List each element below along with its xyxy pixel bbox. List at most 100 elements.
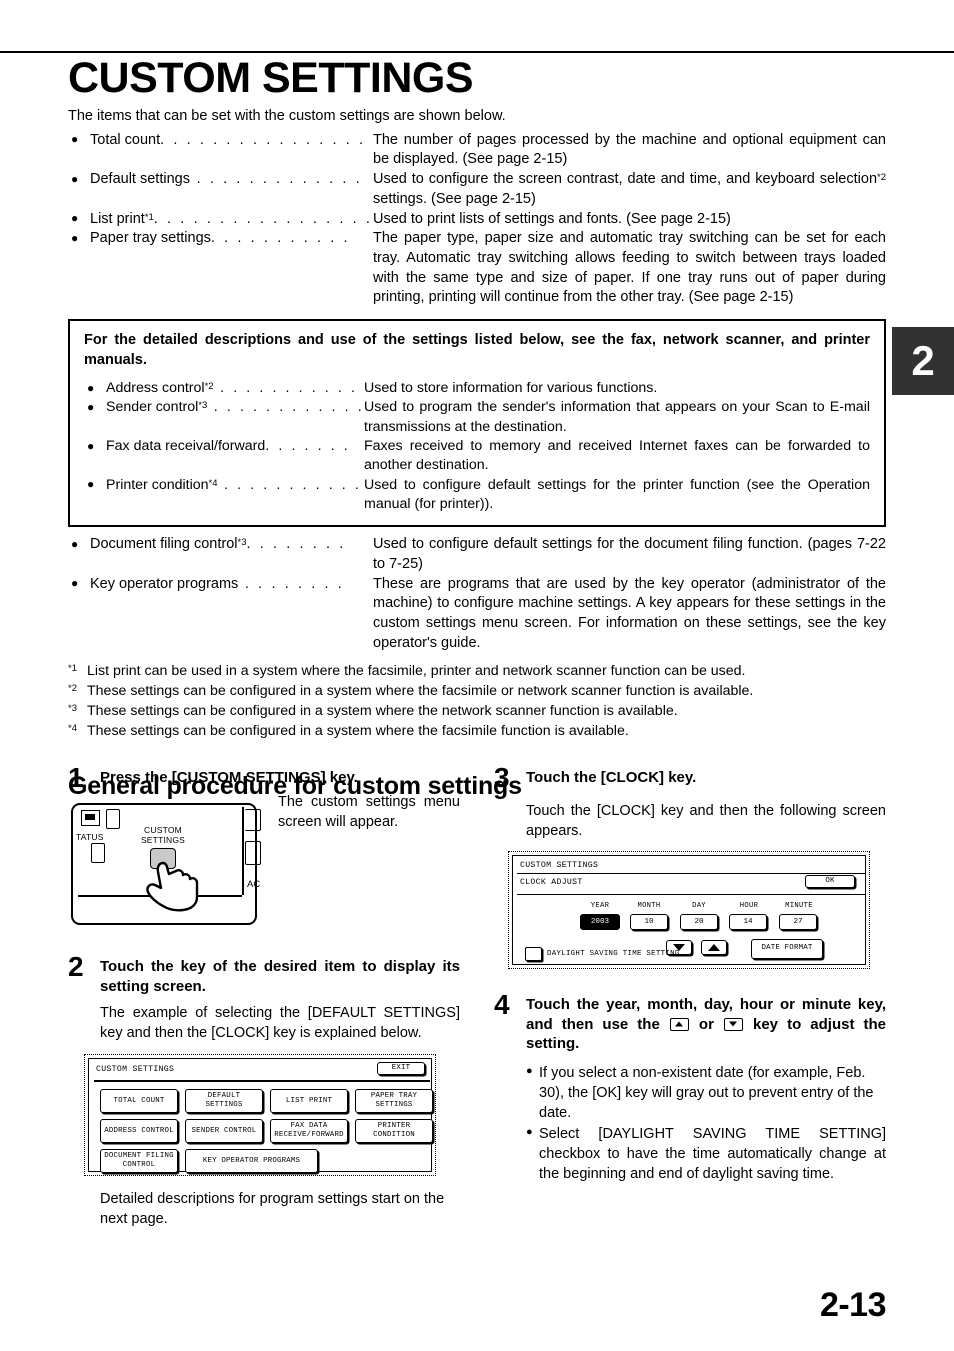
label-year: YEAR [590,901,610,910]
footnotes: *1 List print can be used in a system wh… [68,661,886,742]
list-item-term: ● Paper tray settings. . . . . . . . . . … [71,230,351,247]
step-number: 4 [494,988,510,1020]
main-content: CUSTOM SETTINGS The items that can be se… [68,54,886,801]
list-item: ● Sender control*3 . . . . . . . . . . . … [84,398,870,437]
step-1: 1 Press the [CUSTOM SETTINGS] key. [68,764,460,792]
note-item: ● Select [DAYLIGHT SAVING TIME SETTING] … [526,1124,886,1184]
key-key-operator-programs[interactable]: KEY OPERATOR PROGRAMS [185,1149,318,1174]
list-item: ● Paper tray settings. . . . . . . . . . … [68,229,886,308]
list-item-term: ● List print*1. . . . . . . . . . . . . .… [71,210,373,227]
bullet-icon: ● [87,477,95,492]
screen-divider [94,1080,430,1082]
key-address-control[interactable]: ADDRESS CONTROL [100,1119,178,1144]
page-title: CUSTOM SETTINGS [68,54,474,102]
step-heading: Touch the year, month, day, hour or minu… [526,995,886,1053]
bullet-icon: ● [87,400,95,415]
step-heading: Press the [CUSTOM SETTINGS] key. [100,769,358,786]
list-item: ● Key operator programs . . . . . . . . T… [68,575,886,654]
label-month: MONTH [637,901,661,910]
list-item-desc: The number of pages processed by the mac… [373,131,886,168]
screen-divider-2 [517,893,865,895]
panel-key-blank-1 [106,808,120,829]
note-text: Select [DAYLIGHT SAVING TIME SETTING] ch… [539,1126,886,1183]
footnote-mark: *2 [68,682,77,694]
footnote-row: *1 List print can be used in a system wh… [68,661,886,681]
screen-title: CUSTOM SETTINGS [520,860,599,870]
list-item-desc: Used to configure default settings for t… [373,536,886,572]
list-item-desc: These are programs that are used by the … [373,575,886,651]
footnote-row: *2 These settings can be configured in a… [68,681,886,701]
footnote-ref: *1 [144,211,154,223]
detailed-descriptions-box: For the detailed descriptions and use of… [68,319,886,528]
screen-title: CUSTOM SETTINGS [96,1065,175,1075]
key-printer-condition[interactable]: PRINTER CONDITION [355,1119,433,1144]
bullet-icon: ● [87,438,95,453]
footnote-mark: *3 [68,703,77,715]
list-item: ● Default settings . . . . . . . . . . . … [68,170,886,209]
daylight-saving-checkbox[interactable] [525,946,542,961]
step-number: 2 [68,950,84,982]
ok-button[interactable]: OK [805,874,855,888]
step-4: 4 Touch the year, month, day, hour or mi… [494,990,886,1184]
list-item-term: ● Document filing control*3. . . . . . . … [71,536,346,553]
field-year[interactable]: 2003 [580,913,620,930]
key-fax-data-receive-forward[interactable]: FAX DATA RECEIVE/FORWARD [270,1119,348,1144]
bullet-icon: ● [71,536,79,551]
list-item: ● Total count. . . . . . . . . . . . . . … [68,131,886,170]
page-number: 2-13 [819,1286,887,1324]
panel-edge-line [242,806,244,895]
procedure-columns: 1 Press the [CUSTOM SETTINGS] key. TATUS [68,764,886,1288]
field-day[interactable]: 20 [680,913,718,930]
key-list-print[interactable]: LIST PRINT [270,1089,348,1114]
key-document-filing-control[interactable]: DOCUMENT FILING CONTROL [100,1149,178,1174]
list-item: ● List print*1. . . . . . . . . . . . . .… [68,210,886,230]
panel-label-status: TATUS [76,831,104,842]
step-2-body: The example of selecting the [DEFAULT SE… [100,1005,460,1042]
field-hour[interactable]: 14 [729,913,767,930]
list-item-term: ● Printer condition*4 . . . . . . . . . .… [87,476,362,493]
note-text: If you select a non-existent date (for e… [539,1065,874,1122]
panel-body: TATUS CUSTOM SETTINGS AC [71,802,261,925]
list-item-term: ● Sender control*3 . . . . . . . . . . . … [87,399,364,416]
bullet-icon: ● [71,171,79,186]
footnote-mark: *1 [68,662,77,674]
exit-button[interactable]: EXIT [377,1062,425,1076]
panel-label-custom-settings: CUSTOM SETTINGS [140,824,186,846]
bullet-icon: ● [87,380,95,395]
intro-paragraph: The items that can be set with the custo… [68,108,506,125]
bullet-icon: ● [71,132,79,147]
procedure-column-right: 3 Touch the [CLOCK] key. Touch the [CLOC… [494,764,886,1185]
panel-label-ac: AC [247,878,261,890]
step-2-footer: Detailed descriptions for program settin… [100,1191,445,1228]
key-paper-tray-settings[interactable]: PAPER TRAY SETTINGS [355,1089,433,1114]
step-3-body: Touch the [CLOCK] key and then the follo… [526,802,886,839]
print-status-icon [81,809,100,826]
lcd-frame: CUSTOM SETTINGS EXIT TOTAL COUNT DEFAULT… [88,1058,433,1174]
key-total-count[interactable]: TOTAL COUNT [100,1089,178,1114]
step-heading: Touch the [CLOCK] key. [526,769,697,786]
field-minute[interactable]: 27 [779,913,817,930]
list-item-desc: Used to configure default settings for t… [364,476,870,512]
list-item-term: ● Fax data receival/forward. . . . . . . [87,437,351,454]
pointing-finger-icon [146,861,199,912]
daylight-saving-label: DAYLIGHT SAVING TIME SETTING [547,949,680,958]
step-heading: Touch the key of the desired item to dis… [100,957,460,995]
bullet-icon: ● [71,231,79,246]
date-format-button[interactable]: DATE FORMAT [751,938,823,959]
list-item-term: ● Key operator programs . . . . . . . . [71,575,345,592]
footnote-text: These settings can be configured in a sy… [87,723,629,740]
label-day: DAY [692,901,706,910]
settings-list-2: ● Document filing control*3. . . . . . . … [68,535,886,653]
footnote-ref: *2 [204,380,214,392]
arrow-up-key-icon [669,1017,689,1031]
key-sender-control[interactable]: SENDER CONTROL [185,1119,263,1144]
field-month[interactable]: 10 [630,913,668,930]
settings-list: ● Total count. . . . . . . . . . . . . . … [68,131,886,308]
label-minute: MINUTE [785,901,813,910]
step-number: 1 [68,762,84,793]
key-default-settings[interactable]: DEFAULT SETTINGS [185,1089,263,1114]
procedure-column-left: 1 Press the [CUSTOM SETTINGS] key. TATUS [68,764,460,1229]
panel-key-blank-3 [245,840,261,865]
footnote-mark: *4 [68,723,77,735]
note-heading: For the detailed descriptions and use of… [84,332,870,368]
